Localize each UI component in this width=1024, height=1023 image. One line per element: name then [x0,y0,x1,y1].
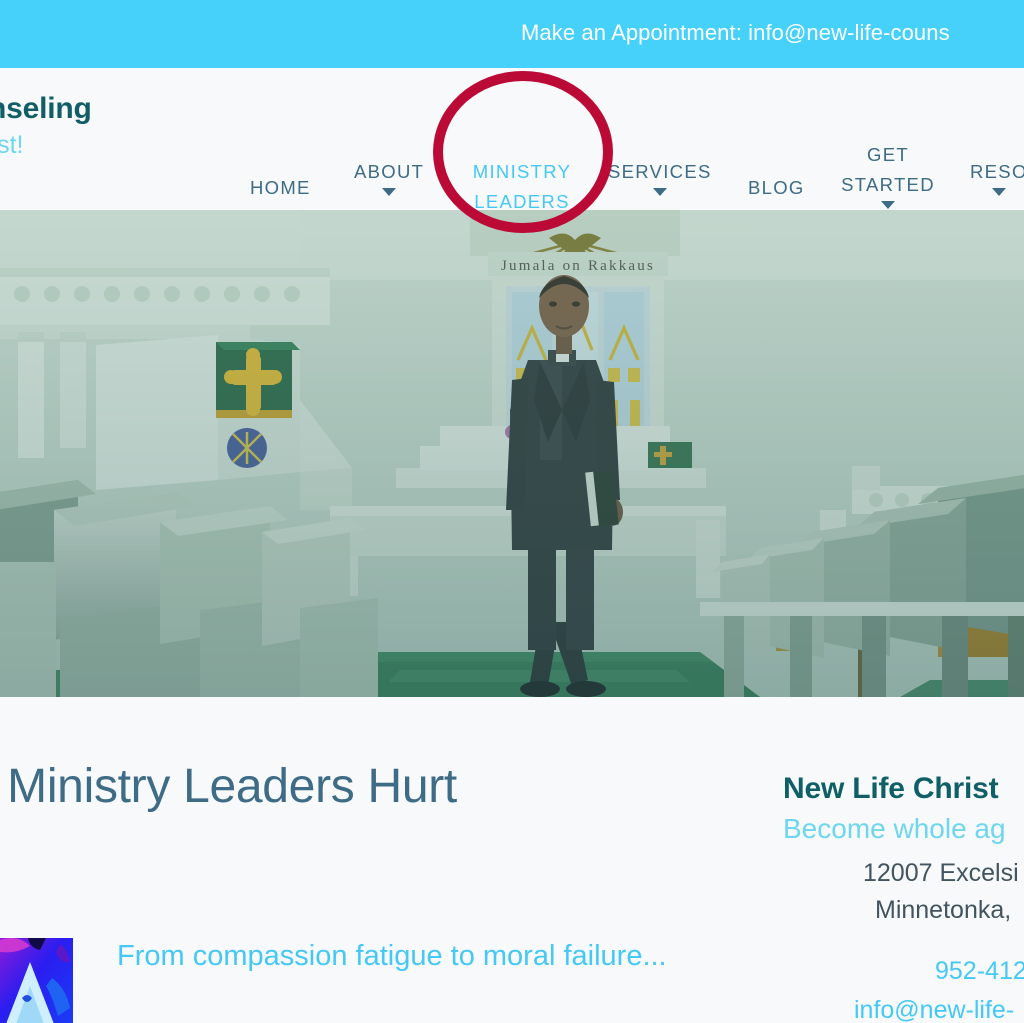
sidebar-business-name: New Life Christ [783,772,999,805]
top-contact-bar: Make an Appointment: info@new-life-couns [0,0,1024,68]
logo-tagline-text: n in Christ! [0,130,24,159]
sidebar-tagline: Become whole ag [783,813,1006,844]
chevron-down-icon [382,187,397,196]
sidebar-address-line-2: Minnetonka, [875,896,1012,924]
list-item[interactable]: From compassion fatigue to moral failure… [0,938,700,1023]
nav-item-resources-label: RESO [970,161,1024,182]
nav-item-ministry-leaders[interactable]: MINISTRY LEADERS [462,157,582,210]
hero-church-illustration: Jumala on Rakkaus [0,210,1024,697]
nav-item-blog-label: BLOG [748,177,805,198]
sidebar-phone-link[interactable]: 952-412 [935,957,1024,986]
logo-primary-text: n Counseling [0,92,92,125]
nav-item-resources[interactable]: RESO [970,157,1024,196]
site-header: n Counseling n in Christ! HOME ABOUT MIN… [0,68,1024,210]
chevron-down-icon [652,187,667,196]
site-logo[interactable]: n Counseling n in Christ! [0,92,224,160]
nav-item-home-label: HOME [250,177,311,198]
sidebar-email-link[interactable]: info@new-life- [854,996,1014,1023]
nav-item-home[interactable]: HOME [250,173,311,203]
hero-image: Jumala on Rakkaus [0,210,1024,697]
nav-item-about[interactable]: ABOUT [354,157,424,196]
abstract-thumbnail-art [0,938,73,1023]
nav-item-services[interactable]: SERVICES [608,157,712,196]
nav-item-ministry-leaders-label: MINISTRY LEADERS [472,161,572,210]
page-title: es Ministry Leaders Hurt [0,760,457,813]
post-thumbnail-image[interactable] [0,938,73,1023]
chevron-down-icon [881,200,895,209]
post-title-link[interactable]: From compassion fatigue to moral failure… [117,937,677,976]
nav-item-blog[interactable]: BLOG [748,173,805,203]
appointment-contact-text[interactable]: Make an Appointment: info@new-life-couns [521,20,950,46]
nav-item-services-label: SERVICES [608,161,712,182]
sidebar-address-line-1: 12007 Excelsi [863,859,1019,887]
chevron-down-icon [991,187,1006,196]
nav-item-get-started[interactable]: GET STARTED [838,140,938,209]
nav-item-about-label: ABOUT [354,161,425,182]
nav-item-get-started-label: GET STARTED [841,144,935,195]
page-root: Make an Appointment: info@new-life-couns… [0,0,1024,1023]
